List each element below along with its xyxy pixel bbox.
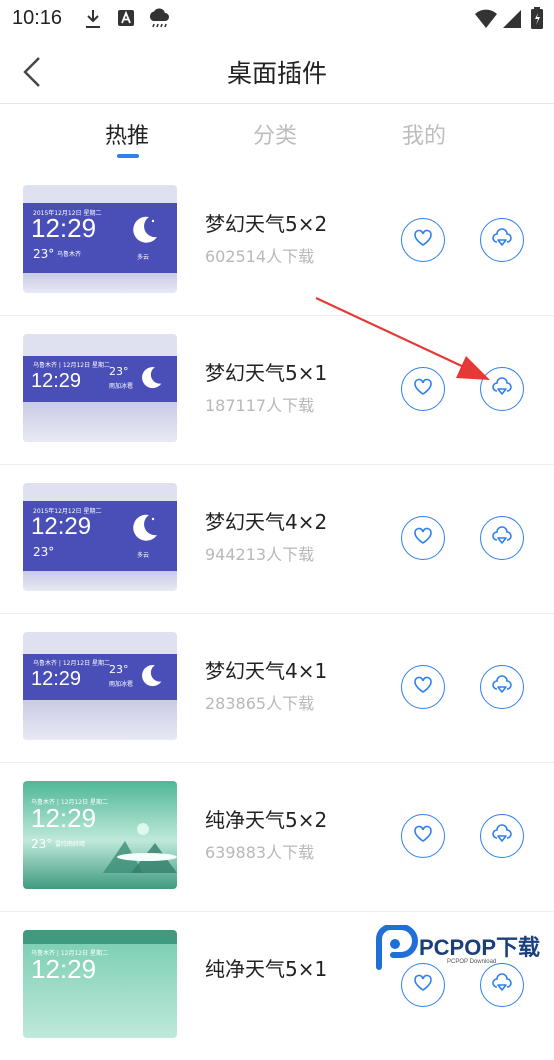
preview-weather: 多云	[137, 254, 150, 261]
tab-mine[interactable]: 我的	[402, 118, 446, 150]
cloud-download-icon	[491, 675, 513, 699]
preview-temp: 23°	[109, 663, 129, 676]
favorite-button[interactable]	[401, 665, 445, 709]
moon-icon	[137, 364, 163, 394]
widget-name: 梦幻天气4×2	[205, 510, 328, 534]
preview-date: 乌鲁木齐 | 12月12日 星期二	[33, 660, 111, 667]
download-icon	[83, 8, 103, 34]
signal-icon	[502, 9, 522, 33]
tab-category[interactable]: 分类	[253, 118, 297, 150]
preview-weather: 雨加冰雹	[109, 383, 134, 390]
moon-icon	[127, 213, 159, 249]
download-count: 944213人下载	[205, 545, 315, 564]
heart-icon	[413, 825, 433, 847]
heart-icon	[413, 229, 433, 251]
widget-preview: 乌鲁木齐 | 12月12日 星期二 12:29	[23, 930, 177, 1038]
active-tab-indicator	[117, 154, 139, 158]
widget-name: 梦幻天气5×1	[205, 361, 328, 385]
landscape-illustration	[103, 821, 177, 877]
list-item[interactable]: 2015年12月12日 星期二 12:29 23° 多云 梦幻天气4×2 944…	[0, 464, 554, 614]
status-time: 10:16	[12, 7, 63, 29]
annotation-arrow	[310, 290, 500, 394]
preview-time: 12:29	[31, 954, 97, 984]
status-bar: 10:16	[0, 0, 554, 40]
download-count: 283865人下载	[205, 694, 315, 713]
preview-weather: 多云	[137, 552, 150, 559]
preview-temp: 23°	[31, 837, 53, 851]
widget-preview: 乌鲁木齐 | 12月12日 星期二 12:29 23° 雨加冰雹	[23, 632, 177, 740]
download-button[interactable]	[480, 814, 524, 858]
download-button[interactable]	[480, 665, 524, 709]
cloud-download-icon	[491, 526, 513, 550]
preview-temp: 23°	[33, 247, 55, 261]
moon-icon	[127, 511, 159, 547]
cloud-download-icon	[491, 824, 513, 848]
favorite-button[interactable]	[401, 814, 445, 858]
download-count: 602514人下载	[205, 247, 315, 266]
cloud-download-icon	[491, 228, 513, 252]
widget-name: 梦幻天气4×1	[205, 659, 328, 683]
favorite-button[interactable]	[401, 218, 445, 262]
watermark: PCPOP下载 PCPOP Download	[375, 924, 554, 984]
preview-temp: 23°	[33, 545, 55, 559]
preview-city: 乌鲁木齐	[57, 251, 82, 258]
font-a-icon	[117, 9, 135, 31]
heart-icon	[413, 676, 433, 698]
widget-preview: 乌鲁木齐 | 12月12日 星期二 12:29 23° 雷阵雨转晴	[23, 781, 177, 889]
widget-preview: 乌鲁木齐 | 12月12日 星期二 12:29 23° 雨加冰雹	[23, 334, 177, 442]
download-count: 187117人下载	[205, 396, 315, 415]
preview-time: 12:29	[31, 668, 82, 690]
favorite-button[interactable]	[401, 516, 445, 560]
download-button[interactable]	[480, 516, 524, 560]
widget-name: 纯净天气5×2	[205, 808, 328, 832]
watermark-sub: PCPOP Download	[447, 959, 496, 965]
widget-preview: 2015年12月12日 星期二 12:29 23° 多云	[23, 483, 177, 591]
page-title: 桌面插件	[226, 59, 327, 88]
battery-icon	[530, 6, 544, 34]
list-item[interactable]: 乌鲁木齐 | 12月12日 星期二 12:29 23° 雨加冰雹 梦幻天气4×1…	[0, 613, 554, 763]
widget-preview: 2015年12月12日 星期二 12:29 23° 乌鲁木齐 多云	[23, 185, 177, 293]
preview-time: 12:29	[31, 370, 82, 392]
wifi-icon	[474, 9, 498, 33]
preview-weather: 雷阵雨转晴	[55, 841, 86, 848]
tab-bar: 热推 分类 我的	[0, 104, 554, 160]
tab-hot[interactable]: 热推	[105, 118, 149, 150]
download-button[interactable]	[480, 218, 524, 262]
preview-time: 12:29	[31, 213, 97, 243]
watermark-brand: PCPOP下载	[419, 935, 540, 960]
download-count: 639883人下载	[205, 843, 315, 862]
moon-icon	[137, 662, 163, 692]
widget-name: 纯净天气5×1	[205, 957, 328, 981]
rain-cloud-icon	[147, 8, 171, 34]
heart-icon	[413, 527, 433, 549]
preview-time: 12:29	[31, 513, 92, 540]
preview-time: 12:29	[31, 803, 97, 833]
preview-date: 乌鲁木齐 | 12月12日 星期二	[33, 362, 111, 369]
top-bar: 桌面插件	[0, 40, 554, 104]
preview-temp: 23°	[109, 365, 129, 378]
list-item[interactable]: 乌鲁木齐 | 12月12日 星期二 12:29 23° 雷阵雨转晴 纯净天气5×…	[0, 762, 554, 912]
widget-name: 梦幻天气5×2	[205, 212, 328, 236]
preview-weather: 雨加冰雹	[109, 681, 134, 688]
